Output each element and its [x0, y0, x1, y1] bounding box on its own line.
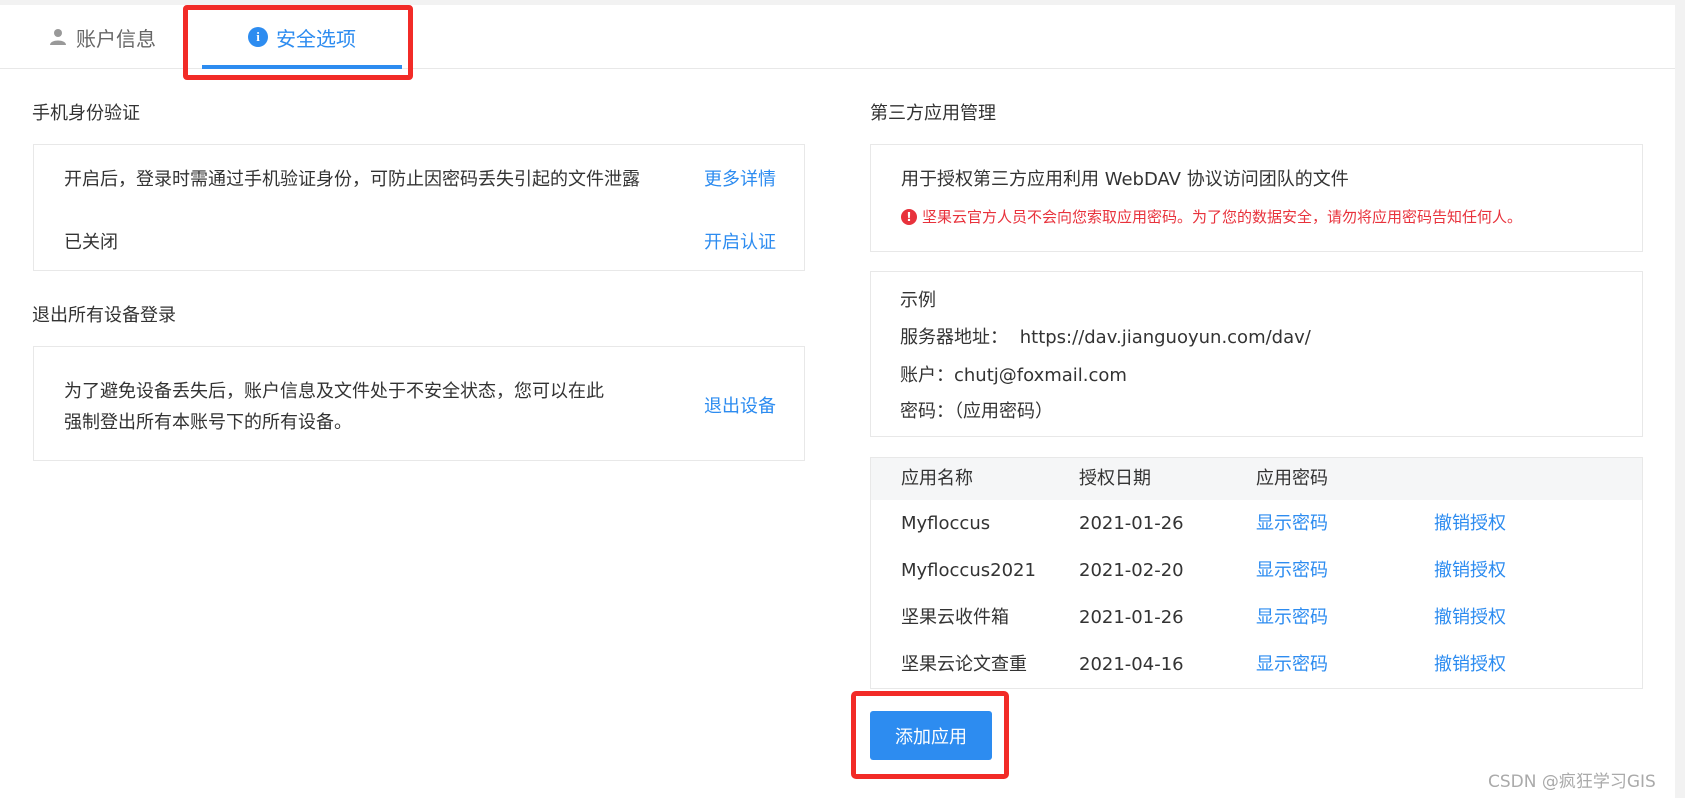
show-password-link[interactable]: 显示密码 — [1256, 594, 1328, 641]
scrollbar-track[interactable] — [1675, 0, 1685, 798]
server-value: https://dav.jianguoyun.com/dav/ — [1019, 327, 1311, 348]
third-party-warning: ! 坚果云官方人员不会向您索取应用密码。为了您的数据安全，请勿将应用密码告知任何… — [901, 206, 1522, 227]
authorized-apps-table: 应用名称 授权日期 应用密码 Myfloccus 2021-01-26 显示密码… — [870, 457, 1643, 689]
password-label: 密码： — [900, 401, 954, 422]
logout-description-line2: 强制登出所有本账号下的所有设备。 — [64, 412, 352, 433]
revoke-authorization-link[interactable]: 撤销授权 — [1434, 547, 1506, 594]
enable-verification-link[interactable]: 开启认证 — [704, 228, 776, 254]
logout-devices-link[interactable]: 退出设备 — [704, 392, 776, 418]
tab-account-label: 账户信息 — [76, 26, 156, 51]
table-row: Myfloccus 2021-01-26 显示密码 撤销授权 — [871, 500, 1642, 547]
password-value: （应用密码） — [954, 401, 1053, 422]
revoke-authorization-link[interactable]: 撤销授权 — [1434, 594, 1506, 641]
phone-verification-title: 手机身份验证 — [32, 103, 140, 124]
revoke-authorization-link[interactable]: 撤销授权 — [1434, 500, 1506, 547]
third-party-title: 第三方应用管理 — [870, 103, 996, 124]
app-name: Myfloccus2021 — [901, 560, 1036, 581]
header-app-password: 应用密码 — [1256, 468, 1328, 489]
auth-date: 2021-01-26 — [1079, 513, 1184, 534]
app-name: 坚果云收件箱 — [901, 607, 1009, 628]
example-password: 密码：（应用密码） — [900, 397, 1053, 423]
example-server: 服务器地址： https://dav.jianguoyun.com/dav/ — [900, 323, 1311, 349]
phone-verification-description: 开启后，登录时需通过手机验证身份，可防止因密码丢失引起的文件泄露 — [64, 169, 640, 190]
third-party-description: 用于授权第三方应用利用 WebDAV 协议访问团队的文件 — [901, 169, 1349, 190]
account-label: 账户： — [900, 365, 954, 386]
tab-account-info[interactable]: 账户信息 — [48, 5, 156, 69]
show-password-link[interactable]: 显示密码 — [1256, 547, 1328, 594]
auth-date: 2021-04-16 — [1079, 654, 1184, 675]
table-header: 应用名称 授权日期 应用密码 — [871, 458, 1642, 500]
account-value: chutj@foxmail.com — [954, 365, 1127, 386]
security-settings-page: 账户信息 i 安全选项 手机身份验证 开启后，登录时需通过手机验证身份，可防止因… — [0, 0, 1685, 798]
phone-verification-panel: 开启后，登录时需通过手机验证身份，可防止因密码丢失引起的文件泄露 更多详情 已关… — [33, 144, 805, 271]
logout-description-line1: 为了避免设备丢失后，账户信息及文件处于不安全状态，您可以在此 — [64, 381, 604, 402]
header-auth-date: 授权日期 — [1079, 468, 1151, 489]
show-password-link[interactable]: 显示密码 — [1256, 641, 1328, 688]
server-label: 服务器地址： — [900, 327, 1008, 348]
more-details-link[interactable]: 更多详情 — [704, 165, 776, 191]
auth-date: 2021-01-26 — [1079, 607, 1184, 628]
table-row: 坚果云论文查重 2021-04-16 显示密码 撤销授权 — [871, 641, 1642, 688]
table-row: Myfloccus2021 2021-02-20 显示密码 撤销授权 — [871, 547, 1642, 594]
annotation-highlight-tab — [183, 5, 413, 80]
csdn-watermark: CSDN @疯狂学习GIS — [1488, 772, 1656, 792]
warning-text: 坚果云官方人员不会向您索取应用密码。为了您的数据安全，请勿将应用密码告知任何人。 — [922, 208, 1523, 226]
logout-devices-panel: 为了避免设备丢失后，账户信息及文件处于不安全状态，您可以在此 强制登出所有本账号… — [33, 346, 805, 461]
third-party-info-panel: 用于授权第三方应用利用 WebDAV 协议访问团队的文件 ! 坚果云官方人员不会… — [870, 144, 1643, 252]
table-row: 坚果云收件箱 2021-01-26 显示密码 撤销授权 — [871, 594, 1642, 641]
alert-icon: ! — [901, 208, 917, 225]
header-app-name: 应用名称 — [901, 468, 973, 489]
revoke-authorization-link[interactable]: 撤销授权 — [1434, 641, 1506, 688]
logout-devices-title: 退出所有设备登录 — [32, 305, 176, 326]
auth-date: 2021-02-20 — [1079, 560, 1184, 581]
example-account: 账户：chutj@foxmail.com — [900, 361, 1127, 387]
app-name: 坚果云论文查重 — [901, 654, 1027, 675]
app-name: Myfloccus — [901, 513, 991, 534]
phone-verification-status: 已关闭 — [64, 232, 118, 253]
person-icon — [48, 27, 68, 47]
show-password-link[interactable]: 显示密码 — [1256, 500, 1328, 547]
example-heading: 示例 — [900, 290, 936, 311]
annotation-highlight-button — [851, 691, 1009, 779]
